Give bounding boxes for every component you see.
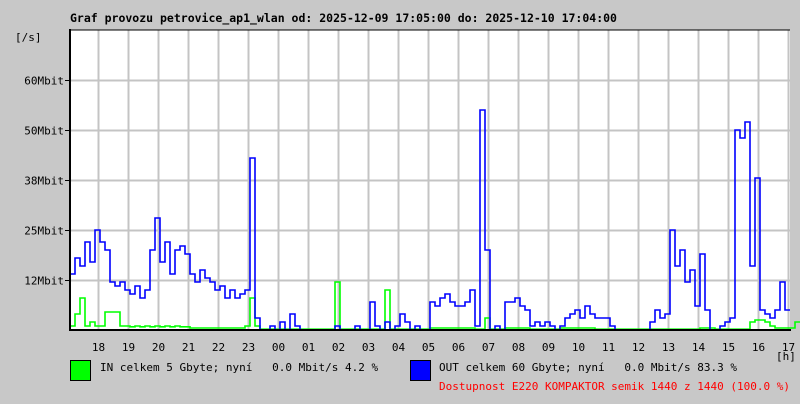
x-axis-unit: [h] [776, 350, 796, 363]
x-tick-label: 07 [482, 341, 495, 354]
x-tick-label: 15 [722, 341, 735, 354]
x-tick-label: 12 [632, 341, 645, 354]
y-tick-label: 60Mbit [24, 75, 64, 88]
x-tick-label: 18 [92, 341, 105, 354]
x-tick-label: 10 [572, 341, 585, 354]
x-tick-label: 14 [692, 341, 706, 354]
x-tick-label: 01 [302, 341, 315, 354]
x-tick-label: 13 [662, 341, 675, 354]
x-tick-labels: 18 19 20 21 22 23 00 01 02 03 04 05 06 07 08 09 10 11 12 13… [92, 341, 795, 354]
y-tick-labels: 12Mbit 25Mbit 38Mbit 50Mbit 60Mbit [24, 75, 64, 288]
chart-title: Graf provozu petrovice_ap1_wlan od: 2025… [70, 11, 617, 26]
legend-out-swatch [410, 360, 431, 381]
y-tick-label: 25Mbit [24, 225, 64, 238]
x-tick-label: 22 [212, 341, 225, 354]
legend-in-swatch [70, 360, 91, 381]
y-tick-label: 50Mbit [24, 125, 64, 138]
x-tick-label: 00 [272, 341, 285, 354]
traffic-chart: Graf provozu petrovice_ap1_wlan od: 2025… [15, 11, 800, 393]
x-tick-label: 06 [452, 341, 465, 354]
x-tick-label: 19 [122, 341, 135, 354]
x-tick-label: 11 [602, 341, 615, 354]
y-axis-unit: [/s] [15, 31, 42, 44]
x-tick-label: 03 [362, 341, 375, 354]
x-tick-label: 02 [332, 341, 345, 354]
x-tick-label: 08 [512, 341, 525, 354]
x-tick-label: 05 [422, 341, 435, 354]
x-tick-label: 16 [752, 341, 765, 354]
x-tick-label: 23 [242, 341, 255, 354]
y-tick-label: 38Mbit [24, 175, 64, 188]
x-tick-label: 21 [182, 341, 195, 354]
legend-in-label: IN celkem 5 Gbyte; nyní 0.0 Mbit/s 4.2 % [100, 361, 379, 374]
y-tick-label: 12Mbit [24, 275, 64, 288]
x-tick-label: 20 [152, 341, 165, 354]
legend-out-label: OUT celkem 60 Gbyte; nyní 0.0 Mbit/s 83.… [439, 361, 737, 374]
x-tick-label: 09 [542, 341, 555, 354]
x-tick-label: 04 [392, 341, 406, 354]
availability-text: Dostupnost E220 KOMPAKTOR semik 1440 z 1… [439, 380, 790, 393]
